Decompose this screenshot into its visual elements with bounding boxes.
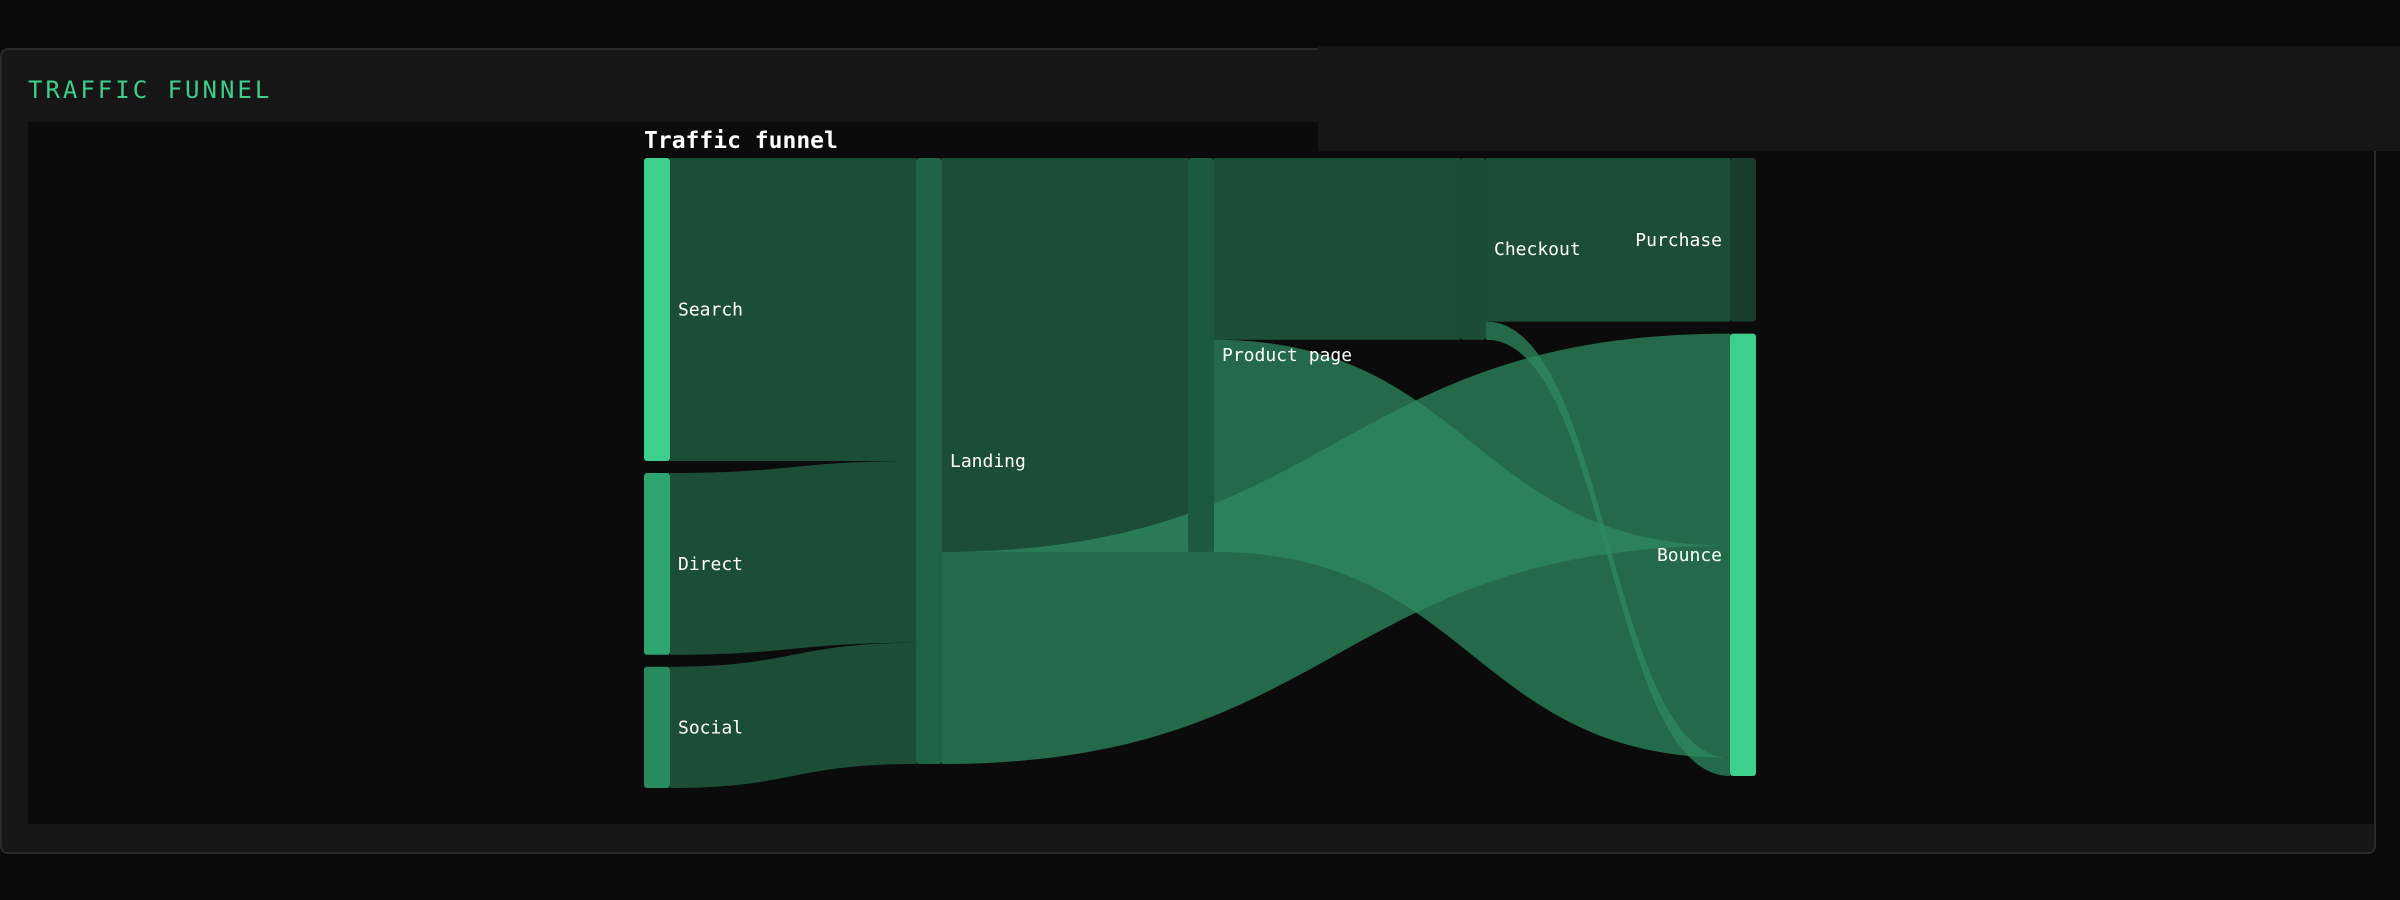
link-social-to-landing [670, 642, 916, 788]
node-checkout [1460, 158, 1486, 340]
node-bounce [1730, 333, 1756, 776]
link-landing-to-product-page [942, 158, 1188, 552]
node-label-bounce: Bounce [1657, 545, 1722, 566]
node-direct [644, 473, 670, 655]
node-label-social: Social [678, 717, 743, 738]
node-landing [916, 158, 942, 764]
node-label-direct: Direct [678, 554, 743, 575]
node-search [644, 158, 670, 461]
sankey-chart: Search Direct Social Landing Product page Che… [644, 128, 1756, 788]
chart-title: Traffic funnel [644, 128, 838, 154]
node-product-page [1188, 158, 1214, 552]
node-label-product-page: Product page [1222, 345, 1352, 366]
node-label-search: Search [678, 300, 743, 321]
node-label-landing: Landing [950, 451, 1026, 472]
node-label-purchase: Purchase [1635, 230, 1722, 251]
node-social [644, 666, 670, 788]
node-purchase [1730, 158, 1756, 322]
node-label-checkout: Checkout [1494, 239, 1581, 260]
link-product-page-to-checkout [1214, 158, 1460, 340]
